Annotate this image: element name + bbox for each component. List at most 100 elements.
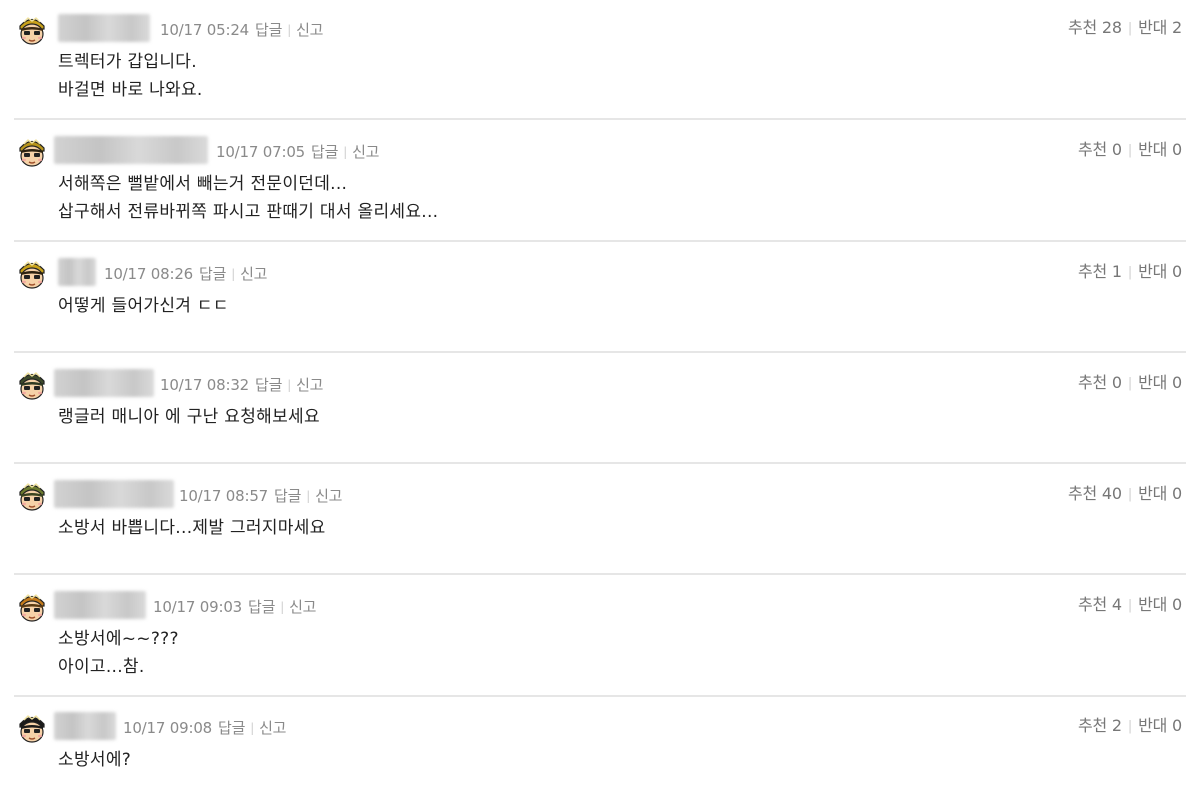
- oppose-button[interactable]: 반대 0: [1138, 595, 1182, 614]
- reply-button[interactable]: 답글: [199, 265, 226, 283]
- comment-meta: 10/17 05:24 답글 | 신고: [160, 19, 323, 40]
- divider: [14, 462, 1186, 464]
- character-avatar-icon[interactable]: [14, 589, 50, 625]
- oppose-count: 0: [1172, 716, 1182, 735]
- character-avatar-icon[interactable]: [14, 134, 50, 170]
- oppose-label: 반대: [1138, 484, 1168, 503]
- report-button[interactable]: 신고: [315, 487, 342, 505]
- oppose-count: 0: [1172, 373, 1182, 392]
- character-avatar-icon[interactable]: [14, 710, 50, 746]
- recommend-count: 2: [1111, 716, 1122, 735]
- recommend-label: 추천: [1077, 373, 1108, 392]
- recommend-count: 1: [1111, 262, 1122, 281]
- comment-body: 소방서에~~??? 아이고...참.: [58, 625, 179, 681]
- nickname-redacted[interactable]: [54, 136, 208, 164]
- nickname-redacted[interactable]: [54, 591, 146, 619]
- recommend-button[interactable]: 추천 4: [1078, 595, 1122, 614]
- comment-meta: 10/17 08:26 답글 | 신고: [104, 263, 267, 284]
- oppose-button[interactable]: 반대 0: [1138, 140, 1182, 159]
- report-button[interactable]: 신고: [352, 143, 379, 161]
- nickname-redacted[interactable]: [54, 712, 116, 740]
- vote-counts: 추천 0 | 반대 0: [1078, 369, 1182, 393]
- separator: |: [1127, 487, 1133, 502]
- oppose-count: 0: [1172, 140, 1182, 159]
- recommend-label: 추천: [1067, 484, 1098, 503]
- vote-counts: 추천 1 | 반대 0: [1078, 258, 1182, 282]
- reply-button[interactable]: 답글: [255, 21, 282, 39]
- oppose-button[interactable]: 반대 0: [1138, 373, 1182, 392]
- recommend-button[interactable]: 추천 0: [1078, 140, 1122, 159]
- divider: [14, 695, 1186, 697]
- recommend-button[interactable]: 추천 28: [1068, 18, 1122, 37]
- nickname-redacted[interactable]: [54, 480, 174, 508]
- comment-time: 10/17 09:08: [123, 719, 213, 737]
- comment-meta: 10/17 09:08 답글 | 신고: [123, 717, 286, 738]
- recommend-button[interactable]: 추천 0: [1078, 373, 1122, 392]
- divider: [14, 573, 1186, 575]
- oppose-label: 반대: [1138, 716, 1168, 735]
- recommend-button[interactable]: 추천 2: [1078, 716, 1122, 735]
- comment-line: 트렉터가 갑입니다.: [58, 52, 197, 72]
- comment-body: 어떻게 들어가신겨 ㄷㄷ: [58, 292, 229, 320]
- recommend-label: 추천: [1077, 140, 1108, 159]
- separator: |: [1127, 376, 1133, 391]
- separator: |: [343, 145, 348, 159]
- report-button[interactable]: 신고: [289, 598, 316, 616]
- comment-time: 10/17 08:57: [179, 487, 269, 505]
- reply-button[interactable]: 답글: [274, 487, 301, 505]
- comment-time: 10/17 09:03: [153, 598, 243, 616]
- reply-button[interactable]: 답글: [311, 143, 338, 161]
- character-avatar-icon[interactable]: [14, 12, 50, 48]
- recommend-label: 추천: [1067, 18, 1098, 37]
- recommend-label: 추천: [1077, 595, 1108, 614]
- recommend-label: 추천: [1077, 262, 1108, 281]
- divider: [14, 240, 1186, 242]
- separator: |: [231, 267, 236, 281]
- report-button[interactable]: 신고: [259, 719, 286, 737]
- comment-time: 10/17 08:26: [104, 265, 194, 283]
- comment-body: 소방서에?: [58, 746, 131, 774]
- recommend-button[interactable]: 추천 40: [1068, 484, 1122, 503]
- recommend-count: 0: [1111, 140, 1122, 159]
- oppose-button[interactable]: 반대 0: [1138, 716, 1182, 735]
- oppose-button[interactable]: 반대 2: [1138, 18, 1182, 37]
- comment-body: 서해쪽은 뻘밭에서 빼는거 전문이던데... 삽구해서 전류바뀌쪽 파시고 판때기…: [58, 170, 438, 226]
- divider: [14, 351, 1186, 353]
- separator: |: [287, 23, 292, 37]
- separator: |: [1127, 598, 1133, 613]
- recommend-button[interactable]: 추천 1: [1078, 262, 1122, 281]
- vote-counts: 추천 40 | 반대 0: [1068, 480, 1182, 504]
- nickname-redacted[interactable]: [58, 258, 96, 286]
- oppose-button[interactable]: 반대 0: [1138, 262, 1182, 281]
- report-button[interactable]: 신고: [240, 265, 267, 283]
- comment-line: 서해쪽은 뻘밭에서 빼는거 전문이던데...: [58, 174, 348, 194]
- oppose-count: 2: [1172, 18, 1182, 37]
- comment-meta: 10/17 08:57 답글 | 신고: [179, 485, 342, 506]
- reply-button[interactable]: 답글: [255, 376, 282, 394]
- recommend-label: 추천: [1077, 716, 1108, 735]
- oppose-label: 반대: [1138, 262, 1168, 281]
- nickname-redacted[interactable]: [58, 14, 150, 42]
- comment-body: 트렉터가 갑입니다. 바걸면 바로 나와요.: [58, 48, 203, 104]
- report-button[interactable]: 신고: [296, 21, 323, 39]
- separator: |: [1127, 21, 1133, 36]
- separator: |: [1127, 265, 1133, 280]
- separator: |: [287, 378, 292, 392]
- character-avatar-icon[interactable]: [14, 367, 50, 403]
- comment-line: 아이고...참.: [58, 657, 145, 677]
- comment-line: 소방서에~~???: [58, 629, 179, 649]
- vote-counts: 추천 28 | 반대 2: [1068, 14, 1182, 38]
- recommend-count: 4: [1111, 595, 1122, 614]
- oppose-label: 반대: [1138, 595, 1168, 614]
- reply-button[interactable]: 답글: [248, 598, 275, 616]
- character-avatar-icon[interactable]: [14, 256, 50, 292]
- report-button[interactable]: 신고: [296, 376, 323, 394]
- comment-meta: 10/17 09:03 답글 | 신고: [153, 596, 316, 617]
- vote-counts: 추천 4 | 반대 0: [1078, 591, 1182, 615]
- oppose-label: 반대: [1138, 140, 1168, 159]
- nickname-redacted[interactable]: [54, 369, 154, 397]
- reply-button[interactable]: 답글: [218, 719, 245, 737]
- oppose-button[interactable]: 반대 0: [1138, 484, 1182, 503]
- comment-line: 바걸면 바로 나와요.: [58, 80, 203, 100]
- character-avatar-icon[interactable]: [14, 478, 50, 514]
